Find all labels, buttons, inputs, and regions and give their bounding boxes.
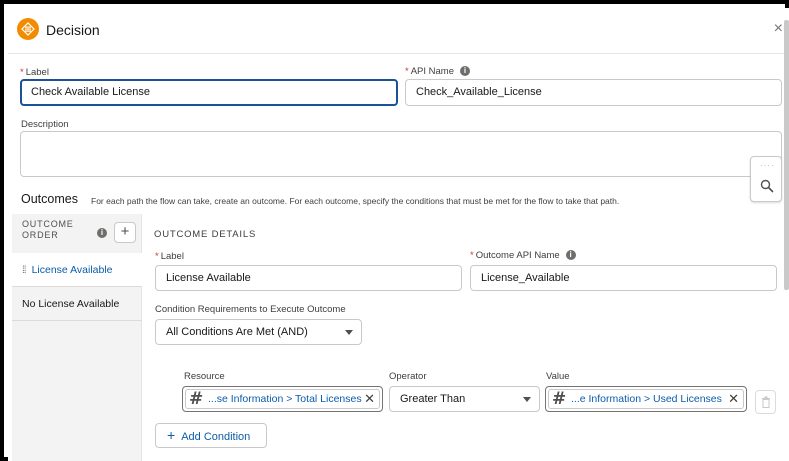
add-outcome-button[interactable]: + — [114, 222, 136, 243]
outcome-api-name-input[interactable]: License_Available — [470, 265, 777, 291]
resource-tools-panel: ···· — [750, 156, 782, 202]
outcome-label-field-label: * Label — [155, 251, 184, 262]
chevron-down-icon — [523, 397, 531, 402]
outcomes-help-text: For each path the flow can take, create … — [91, 196, 620, 206]
condition-requirements-label: Condition Requirements to Execute Outcom… — [155, 304, 346, 315]
chevron-down-icon — [345, 330, 353, 335]
condition-requirements-select[interactable]: All Conditions Are Met (AND) — [155, 319, 362, 345]
outcome-order-panel: OUTCOME ORDER i + ⁞⁞ License Available No… — [12, 214, 142, 461]
remove-value-icon[interactable]: ✕ — [728, 391, 739, 407]
delete-condition-button[interactable] — [755, 390, 776, 414]
decision-modal: Decision × * Label Check Available Licens… — [8, 8, 789, 461]
value-pill-text: ...e Information > Used Licenses — [571, 393, 722, 405]
screenshot-frame: Decision × * Label Check Available Licens… — [0, 0, 789, 461]
operator-select[interactable]: Greater Than — [389, 386, 540, 412]
outcome-item-license-available[interactable]: ⁞⁞ License Available — [12, 253, 142, 287]
operator-label: Operator — [389, 371, 427, 382]
resource-pill-text: ...se Information > Total Licenses — [208, 393, 362, 405]
outcome-label-input[interactable]: License Available — [155, 265, 462, 291]
plus-icon: + — [167, 427, 176, 443]
description-label: Description — [21, 119, 69, 130]
close-icon[interactable]: × — [774, 20, 783, 38]
value-pill[interactable]: # ...e Information > Used Licenses ✕ — [548, 389, 744, 409]
modal-title: Decision — [46, 22, 100, 38]
modal-header: Decision × — [8, 8, 789, 54]
resource-label: Resource — [184, 371, 225, 382]
info-icon[interactable]: i — [460, 66, 470, 77]
number-type-icon: # — [552, 389, 567, 409]
label-field-label: * Label — [20, 67, 49, 78]
remove-resource-icon[interactable]: ✕ — [364, 391, 375, 407]
outcome-order-header: OUTCOME ORDER — [22, 219, 74, 240]
api-name-field-label: * API Name i — [405, 66, 470, 77]
add-condition-button[interactable]: + Add Condition — [155, 423, 267, 448]
value-combobox[interactable]: # ...e Information > Used Licenses ✕ — [545, 386, 747, 412]
info-icon[interactable]: i — [565, 250, 576, 261]
resource-pill[interactable]: # ...se Information > Total Licenses ✕ — [185, 389, 380, 409]
value-label: Value — [546, 371, 570, 382]
trash-icon — [761, 396, 770, 408]
drag-grip-icon[interactable]: ⁞⁞ — [22, 265, 26, 276]
drag-handle-icon[interactable]: ···· — [760, 161, 775, 170]
outcomes-heading: Outcomes — [21, 192, 78, 206]
api-name-input[interactable]: Check_Available_License — [405, 79, 782, 106]
label-input[interactable]: Check Available License — [20, 79, 398, 106]
description-textarea[interactable] — [20, 131, 782, 177]
outcome-api-name-field-label: * Outcome API Name i — [470, 250, 576, 261]
search-icon[interactable] — [760, 179, 774, 193]
outcome-item-no-license-available[interactable]: No License Available — [12, 287, 142, 321]
number-type-icon: # — [189, 389, 204, 409]
outcome-details-heading: OUTCOME DETAILS — [154, 229, 257, 240]
decision-icon — [17, 18, 39, 40]
scrollbar[interactable] — [784, 20, 789, 290]
resource-combobox[interactable]: # ...se Information > Total Licenses ✕ — [182, 386, 383, 412]
info-icon[interactable]: i — [97, 228, 107, 238]
